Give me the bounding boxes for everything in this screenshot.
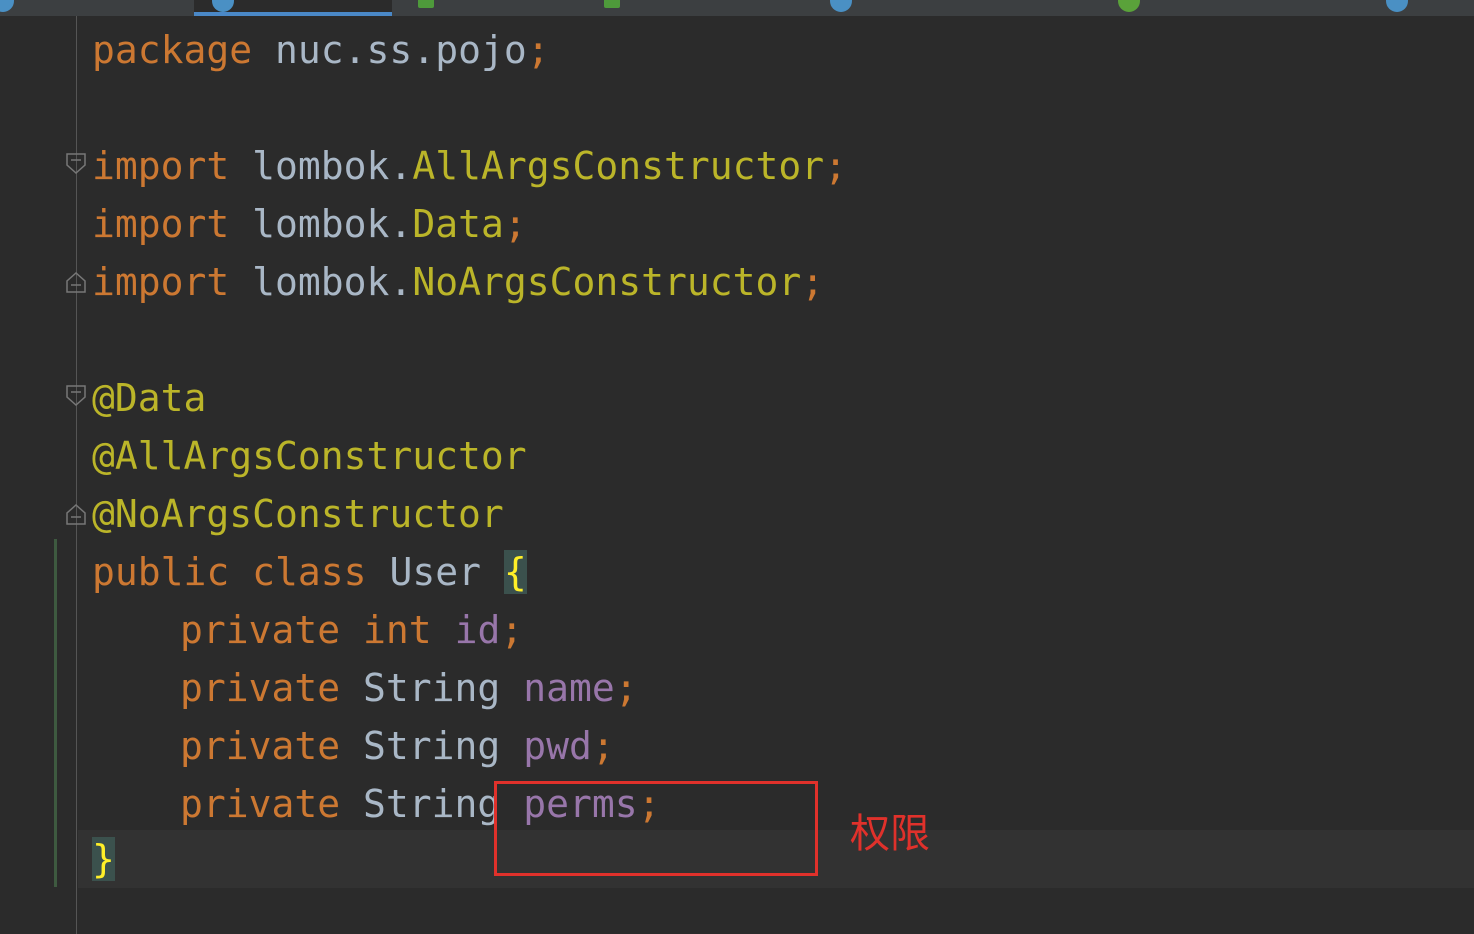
code-line-class-declaration[interactable]: public class User { [92,543,527,601]
imported-class: AllArgsConstructor [412,144,825,188]
class-name: User [389,550,481,594]
keyword: private [180,782,341,826]
editor-tab-bar [0,0,1474,16]
field-name: id [454,608,501,652]
code-line-field[interactable]: private String pwd; [92,717,615,775]
semicolon: ; [500,608,524,652]
fold-end-icon[interactable] [66,501,86,525]
code-line-close[interactable]: } [92,830,115,888]
keyword: class [252,550,367,594]
vcs-change-marker [54,539,57,887]
semicolon: ; [824,144,848,188]
code-line-annotation[interactable]: @NoArgsConstructor [92,485,504,543]
code-line-field[interactable]: private int id; [92,601,523,659]
keyword: package [92,28,253,72]
annotation: @Data [92,376,207,420]
semicolon: ; [503,202,527,246]
class-icon [1386,0,1408,12]
class-icon [0,0,14,12]
code-line-import[interactable]: import lombok.Data; [92,195,527,253]
fold-end-icon[interactable] [66,269,86,293]
package-name: nuc.ss.pojo [275,28,527,72]
keyword: private [180,724,341,768]
type-name: String [363,724,501,768]
editor-tab[interactable] [580,0,810,16]
code-line-import[interactable]: import lombok.AllArgsConstructor; [92,137,847,195]
editor-tab[interactable] [1100,0,1366,16]
spring-icon [1118,0,1140,12]
keyword: import [92,260,230,304]
semicolon: ; [614,666,638,710]
code-line-annotation[interactable]: @Data [92,369,206,427]
imported-class: Data [412,202,504,246]
fold-open-icon[interactable] [66,385,86,409]
semicolon: ; [526,28,550,72]
code-line-import[interactable]: import lombok.NoArgsConstructor; [92,253,824,311]
semicolon: ; [591,724,615,768]
package-prefix: lombok. [252,202,413,246]
editor-tab[interactable] [394,0,578,16]
keyword: private [180,608,341,652]
keyword: int [363,608,432,652]
annotation: @AllArgsConstructor [92,434,527,478]
keyword: private [180,666,341,710]
fold-open-icon[interactable] [66,153,86,177]
type-name: String [363,782,501,826]
highlight-box [494,781,818,876]
keyword: public [92,550,230,594]
keyword: import [92,202,230,246]
field-name: pwd [523,724,592,768]
package-prefix: lombok. [252,260,413,304]
imported-class: NoArgsConstructor [412,260,802,304]
annotation-label: 权限 [850,811,930,857]
annotation: @NoArgsConstructor [92,492,504,536]
code-line-annotation[interactable]: @AllArgsConstructor [92,427,527,485]
code-line-package[interactable]: package nuc.ss.pojo; [92,21,550,79]
html-file-icon [604,0,620,8]
type-name: String [363,666,501,710]
code-editor[interactable]: package nuc.ss.pojo; import lombok.AllAr… [0,16,1474,934]
field-name: name [523,666,615,710]
editor-tab[interactable] [0,0,192,16]
class-icon [212,0,234,12]
editor-tab[interactable] [812,0,1098,16]
class-icon [830,0,852,12]
editor-tab[interactable] [1368,0,1474,16]
html-file-icon [418,0,434,8]
code-line-field[interactable]: private String name; [92,659,638,717]
semicolon: ; [801,260,825,304]
keyword: import [92,144,230,188]
editor-tab-active[interactable] [194,0,392,16]
close-brace: } [92,837,115,881]
open-brace: { [503,550,527,594]
package-prefix: lombok. [252,144,413,188]
